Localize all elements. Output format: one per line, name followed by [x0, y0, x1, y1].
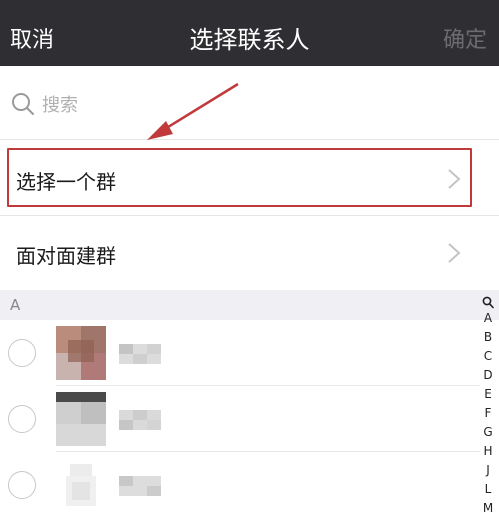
index-letter-e[interactable]: E [477, 385, 499, 404]
index-letter-h[interactable]: H [477, 442, 499, 461]
alphabet-index[interactable]: A B C D E F G H J L M [477, 296, 499, 518]
blurred-name [119, 344, 161, 364]
avatar [56, 458, 106, 512]
index-letter-d[interactable]: D [477, 366, 499, 385]
select-radio[interactable] [8, 405, 36, 433]
search-icon [12, 93, 34, 115]
index-letter-g[interactable]: G [477, 423, 499, 442]
select-radio[interactable] [8, 339, 36, 367]
section-letter: A [10, 296, 21, 314]
face-to-face-group-row[interactable]: 面对面建群 [0, 216, 499, 290]
blurred-name [119, 476, 161, 496]
search-placeholder: 搜索 [42, 95, 78, 116]
highlight-box [7, 148, 472, 207]
index-letter-a[interactable]: A [477, 309, 499, 328]
section-header: A [0, 290, 499, 320]
contact-row[interactable] [0, 320, 480, 386]
contact-row[interactable] [0, 386, 480, 452]
chevron-right-icon [448, 243, 461, 263]
index-letter-b[interactable]: B [477, 328, 499, 347]
page-title: 选择联系人 [189, 26, 310, 54]
search-bar[interactable]: 搜索 [0, 66, 499, 140]
index-letter-c[interactable]: C [477, 347, 499, 366]
avatar [56, 392, 106, 446]
navigation-bar: 取消 选择联系人 确定 [0, 0, 499, 66]
index-search-icon[interactable] [482, 296, 494, 309]
avatar [56, 326, 106, 380]
blurred-name [119, 410, 161, 430]
index-letter-j[interactable]: J [477, 461, 499, 480]
index-letter-m[interactable]: M [477, 499, 499, 518]
confirm-button[interactable]: 确定 [443, 22, 487, 54]
contact-row[interactable] [0, 452, 480, 518]
face-to-face-group-label: 面对面建群 [16, 244, 116, 268]
index-letter-l[interactable]: L [477, 480, 499, 499]
index-letter-f[interactable]: F [477, 404, 499, 423]
select-radio[interactable] [8, 471, 36, 499]
